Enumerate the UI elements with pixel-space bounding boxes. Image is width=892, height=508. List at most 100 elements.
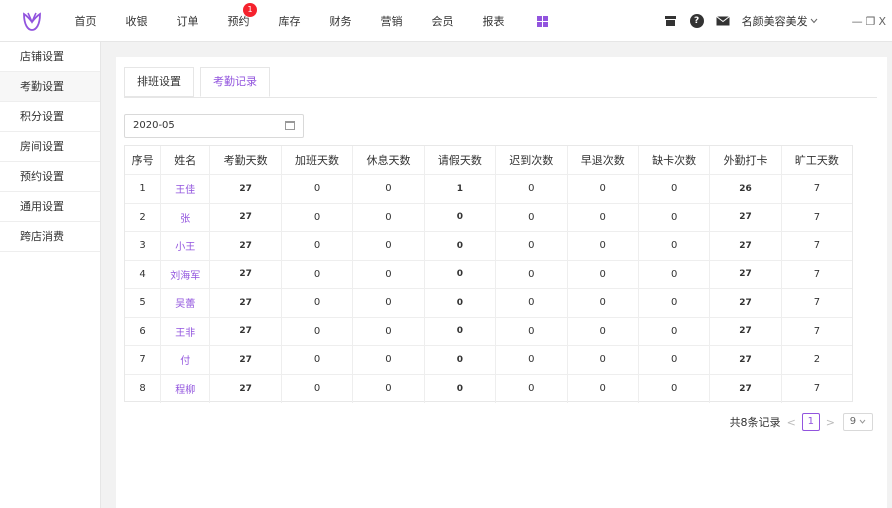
close-icon[interactable]: X — [878, 15, 886, 28]
nav-inventory[interactable]: 库存 — [264, 13, 315, 29]
table-cell: 3 — [125, 231, 162, 261]
main-nav: 首页 收银 订单 预约 1 库存 财务 营销 会员 报表 — [60, 0, 519, 42]
table-cell: 0 — [495, 260, 568, 289]
table-cell: 0 — [495, 288, 568, 318]
nav-orders[interactable]: 订单 — [162, 13, 213, 29]
table-cell: 0 — [281, 288, 354, 318]
table-cell: 7 — [781, 260, 852, 289]
table-cell: 8 — [125, 374, 162, 403]
col-header: 旷工天数 — [781, 146, 852, 175]
current-page[interactable]: 1 — [801, 413, 820, 431]
employee-name-link[interactable]: 张 — [160, 203, 211, 232]
employee-name-link[interactable]: 程柳 — [160, 374, 211, 403]
table-cell: 0 — [495, 345, 568, 375]
table-cell: 0 — [638, 231, 711, 261]
table-row: 2 张 27 0 0 0 0 0 0 27 7 — [125, 203, 852, 232]
col-header: 休息天数 — [352, 146, 425, 175]
table-cell: 7 — [125, 345, 162, 375]
nav-home[interactable]: 首页 — [60, 13, 111, 29]
page-size-value: 9 — [849, 416, 857, 427]
minimize-icon[interactable]: — — [852, 15, 863, 28]
table-cell: 0 — [638, 260, 711, 289]
month-picker[interactable]: 2020-05 — [124, 114, 304, 138]
table-cell: 0 — [495, 374, 568, 403]
col-header: 迟到次数 — [495, 146, 568, 175]
table-cell: 1 — [424, 174, 497, 204]
table-cell: 27 — [209, 203, 282, 232]
employee-name-link[interactable]: 小王 — [160, 231, 211, 261]
table-row: 5 吴蕾 27 0 0 0 0 0 0 27 7 — [125, 288, 852, 318]
col-header: 外勤打卡 — [709, 146, 782, 175]
col-header: 早退次数 — [567, 146, 639, 175]
table-cell: 27 — [709, 203, 782, 232]
table-cell: 0 — [638, 317, 711, 346]
table-cell: 0 — [638, 345, 711, 375]
nav-marketing[interactable]: 营销 — [366, 13, 417, 29]
table-cell: 0 — [495, 231, 568, 261]
store-icon[interactable] — [664, 14, 678, 28]
sidebar-item-cross-store[interactable]: 跨店消费 — [0, 222, 100, 252]
sidebar-item-room-settings[interactable]: 房间设置 — [0, 132, 100, 162]
nav-appointments[interactable]: 预约 1 — [213, 3, 264, 29]
table-cell: 0 — [424, 345, 497, 375]
nav-reports[interactable]: 报表 — [468, 13, 519, 29]
table-cell: 2 — [125, 203, 162, 232]
sidebar-item-store-settings[interactable]: 店铺设置 — [0, 42, 100, 72]
nav-cashier[interactable]: 收银 — [111, 13, 162, 29]
table-cell: 0 — [567, 260, 639, 289]
tulip-logo-icon[interactable] — [20, 9, 44, 33]
col-header: 序号 — [125, 146, 162, 175]
table-cell: 0 — [424, 288, 497, 318]
table-cell: 0 — [638, 203, 711, 232]
tab-shift-settings[interactable]: 排班设置 — [124, 67, 194, 97]
apps-grid-icon[interactable] — [537, 16, 548, 27]
top-bar: 首页 收银 订单 预约 1 库存 财务 营销 会员 报表 ? 名颜美容美发 — … — [0, 0, 892, 42]
help-icon[interactable]: ? — [689, 14, 704, 28]
store-name: 名颜美容美发 — [741, 15, 808, 28]
window-controls: — ❐ X — [852, 15, 886, 28]
employee-name-link[interactable]: 刘海军 — [160, 260, 211, 289]
mail-icon[interactable] — [715, 14, 730, 28]
table-cell: 0 — [495, 203, 568, 232]
table-cell: 27 — [709, 231, 782, 261]
table-cell: 0 — [352, 231, 425, 261]
employee-name-link[interactable]: 吴蕾 — [160, 288, 211, 318]
sidebar-item-appointment-settings[interactable]: 预约设置 — [0, 162, 100, 192]
tab-attendance-records[interactable]: 考勤记录 — [200, 67, 270, 97]
table-row: 6 王非 27 0 0 0 0 0 0 27 7 — [125, 317, 852, 346]
tab-bar: 排班设置 考勤记录 — [124, 67, 276, 97]
table-cell: 27 — [209, 345, 282, 375]
table-cell: 0 — [567, 345, 639, 375]
restore-icon[interactable]: ❐ — [866, 15, 876, 28]
sidebar-item-points-settings[interactable]: 积分设置 — [0, 102, 100, 132]
table-cell: 0 — [424, 231, 497, 261]
table-cell: 4 — [125, 260, 162, 289]
nav-finance[interactable]: 财务 — [315, 13, 366, 29]
table-cell: 27 — [209, 231, 282, 261]
table-cell: 1 — [125, 174, 162, 204]
table-cell: 0 — [567, 203, 639, 232]
page-size-select[interactable]: 9 — [843, 413, 873, 431]
nav-members[interactable]: 会员 — [417, 13, 468, 29]
table-row: 4 刘海军 27 0 0 0 0 0 0 27 7 — [125, 260, 852, 289]
chevron-down-icon — [859, 419, 866, 424]
next-page-button[interactable]: > — [826, 416, 835, 429]
sidebar-item-attendance-settings[interactable]: 考勤设置 — [0, 72, 100, 102]
table-cell: 0 — [281, 374, 354, 403]
sidebar-item-general-settings[interactable]: 通用设置 — [0, 192, 100, 222]
table-cell: 0 — [352, 374, 425, 403]
employee-name-link[interactable]: 王非 — [160, 317, 211, 346]
table-cell: 0 — [638, 174, 711, 204]
table-cell: 0 — [567, 317, 639, 346]
table-cell: 6 — [125, 317, 162, 346]
col-header: 缺卡次数 — [638, 146, 711, 175]
employee-name-link[interactable]: 付 — [160, 345, 211, 375]
table-cell: 7 — [781, 231, 852, 261]
store-switcher[interactable]: 名颜美容美发 — [742, 13, 818, 29]
table-cell: 0 — [495, 317, 568, 346]
table-row: 7 付 27 0 0 0 0 0 0 27 2 — [125, 345, 852, 375]
employee-name-link[interactable]: 王佳 — [160, 174, 211, 204]
prev-page-button[interactable]: < — [787, 416, 796, 429]
table-row: 1 王佳 27 0 0 1 0 0 0 26 7 — [125, 174, 852, 204]
table-row: 8 程柳 27 0 0 0 0 0 0 27 7 — [125, 374, 852, 403]
